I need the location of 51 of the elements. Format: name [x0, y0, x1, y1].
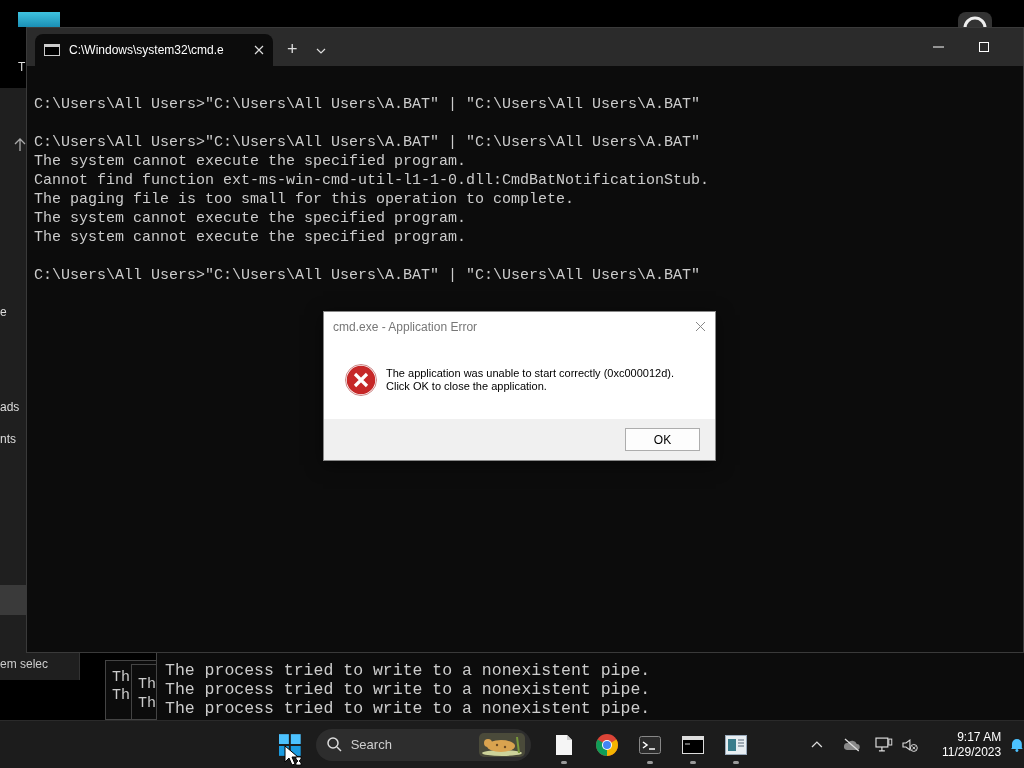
- terminal-line: The system cannot execute the specified program.: [34, 209, 468, 228]
- desktop-icon-label[interactable]: T: [18, 58, 26, 76]
- error-message: Click OK to close the application.: [386, 380, 548, 393]
- terminal-icon: [639, 735, 662, 754]
- error-icon: [345, 364, 377, 396]
- chevron-up-icon[interactable]: [810, 741, 823, 748]
- nav-item[interactable]: e: [0, 304, 20, 320]
- window-app-icon: [725, 734, 748, 755]
- console-text: Th: [138, 694, 156, 713]
- terminal-line: The system cannot execute the specified program.: [34, 228, 468, 247]
- chrome-icon: [595, 732, 620, 757]
- maximize-icon[interactable]: [979, 42, 989, 52]
- running-indicator: [732, 760, 739, 764]
- search-icon: [326, 737, 342, 752]
- document-icon: [555, 733, 574, 756]
- error-message: The application was unable to start correctly (0xc000012d).: [386, 367, 674, 380]
- console-text: The process tried to write to a nonexistent pipe.: [165, 680, 652, 699]
- console-text: The process tried to write to a nonexistent pipe.: [165, 661, 652, 680]
- new-tab-button[interactable]: +: [287, 38, 298, 60]
- terminal-line: C:\Users\All Users>"C:\Users\All Users\A.BAT" | "C:\Users\All Users\A.BAT": [34, 95, 702, 114]
- dialog-title: cmd.exe - Application Error: [333, 318, 478, 336]
- clock-time[interactable]: 9:17 AM: [957, 729, 1002, 745]
- console-icon: [44, 44, 60, 56]
- console-icon: [682, 735, 705, 754]
- terminal-line: C:\Users\All Users>"C:\Users\All Users\A.BAT" | "C:\Users\All Users\A.BAT": [34, 266, 702, 285]
- cloud-off-icon[interactable]: [842, 737, 861, 752]
- up-arrow-icon[interactable]: [14, 138, 26, 152]
- nav-item[interactable]: nts: [0, 431, 20, 447]
- console-text: The process tried to write to a nonexistent pipe.: [165, 699, 652, 718]
- running-indicator: [560, 760, 567, 764]
- chevron-down-icon[interactable]: [315, 48, 326, 54]
- running-indicator: [689, 760, 696, 764]
- bell-icon[interactable]: [1010, 737, 1024, 752]
- tab-title: C:\Windows\system32\cmd.e: [69, 42, 224, 59]
- cursor-icon: [284, 745, 302, 767]
- console-text: Th: [112, 669, 130, 687]
- terminal-tab[interactable]: C:\Windows\system32\cmd.e: [35, 34, 273, 66]
- search-field[interactable]: Search: [315, 728, 531, 761]
- ok-button[interactable]: OK: [625, 428, 700, 451]
- terminal-line: C:\Users\All Users>"C:\Users\All Users\A.BAT" | "C:\Users\All Users\A.BAT": [34, 133, 702, 152]
- status-text: em selec: [0, 656, 49, 673]
- clock-date[interactable]: 11/29/2023: [942, 744, 1002, 760]
- nav-item[interactable]: ads: [0, 399, 20, 415]
- terminal-line: The system cannot execute the specified program.: [34, 152, 468, 171]
- console-text: Th: [138, 675, 156, 694]
- terminal-line: The paging file is too small for this operation to complete.: [34, 190, 576, 209]
- running-indicator: [646, 760, 653, 764]
- terminal-line: Cannot find function ext-ms-win-cmd-util-l1-1-0.dll:CmdBatNotificationStub.: [34, 171, 711, 190]
- network-icon[interactable]: [875, 736, 894, 753]
- console-text: Th: [112, 687, 130, 705]
- muted-speaker-icon[interactable]: [902, 737, 918, 752]
